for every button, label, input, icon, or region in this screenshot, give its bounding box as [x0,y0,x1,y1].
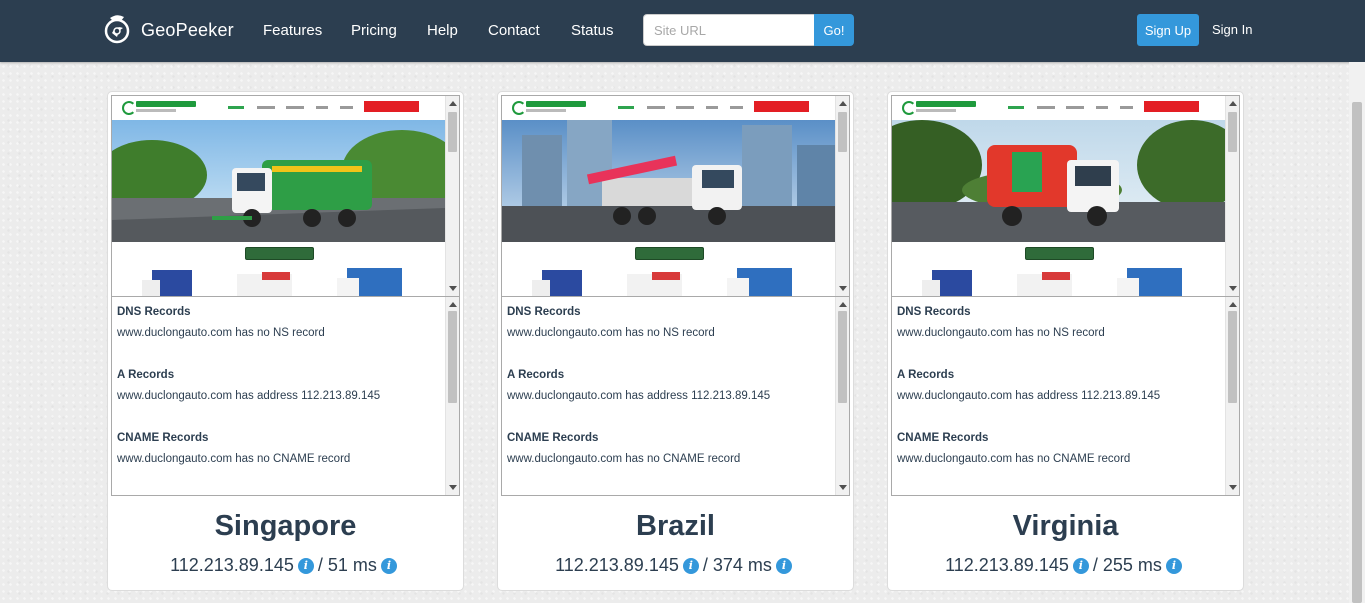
page-scrollbar-thumb[interactable] [1352,102,1362,603]
cname-records-heading: CNAME Records [117,432,209,444]
location-card-virginia: DNS Records www.duclongauto.com has no N… [887,91,1244,591]
dns-records-heading: DNS Records [507,306,581,318]
scroll-up-arrow-icon[interactable] [839,302,847,307]
top-navbar: GeoPeeker Features Pricing Help Contact … [0,0,1365,62]
site-header-preview [502,96,835,120]
page-scrollbar[interactable] [1349,62,1365,603]
dns-records-heading: DNS Records [117,306,191,318]
dns-records-panel[interactable]: DNS Records www.duclongauto.com has no N… [501,296,850,496]
dns-records-panel[interactable]: DNS Records www.duclongauto.com has no N… [111,296,460,496]
latency-value: 374 ms [712,555,772,575]
go-button[interactable]: Go! [814,14,854,46]
scroll-down-arrow-icon[interactable] [839,485,847,490]
site-header-preview [892,96,1225,120]
screenshot-scrollbar[interactable] [1225,96,1239,296]
cname-records-heading: CNAME Records [507,432,599,444]
dns-scrollbar[interactable] [1225,297,1239,495]
brand-name: GeoPeeker [141,19,234,40]
ns-record-text: www.duclongauto.com has no NS record [897,327,1105,339]
product-trucks-preview [922,268,1182,296]
scroll-down-arrow-icon[interactable] [449,286,457,291]
a-record-text: www.duclongauto.com has address 112.213.… [117,390,381,402]
site-hero-image [502,120,835,242]
sign-up-button[interactable]: Sign Up [1137,14,1199,46]
ip-info-icon[interactable]: i [682,557,699,574]
dns-scrollbar-thumb[interactable] [448,311,457,403]
site-screenshot-frame[interactable] [501,95,850,297]
product-trucks-preview [142,268,402,296]
a-record-text: www.duclongauto.com has address 112.213.… [897,390,1161,402]
ip-info-icon[interactable]: i [1072,557,1089,574]
latency-value: 255 ms [1102,555,1162,575]
screenshot-scrollbar[interactable] [835,96,849,296]
site-url-input[interactable] [643,14,814,46]
dns-scrollbar-thumb[interactable] [838,311,847,403]
dns-records-heading: DNS Records [897,306,971,318]
cname-record-text: www.duclongauto.com has no CNAME record [507,453,741,465]
product-trucks-preview [532,268,792,296]
location-card-singapore: DNS Records www.duclongauto.com has no N… [107,91,464,591]
screenshot-scrollbar[interactable] [445,96,459,296]
cname-record-text: www.duclongauto.com has no CNAME record [117,453,351,465]
site-hero-image [892,120,1225,242]
ns-record-text: www.duclongauto.com has no NS record [117,327,325,339]
nav-link-status[interactable]: Status [571,22,614,39]
screenshot-scrollbar-thumb[interactable] [448,112,457,152]
scroll-up-arrow-icon[interactable] [1229,101,1237,106]
dns-scrollbar-thumb[interactable] [1228,311,1237,403]
latency-value: 51 ms [327,555,377,575]
category-chip [1025,247,1094,260]
location-stats: 112.213.89.145 i / 374 ms i [498,555,853,576]
a-records-heading: A Records [117,369,175,381]
site-screenshot-frame[interactable] [891,95,1240,297]
screenshot-scrollbar-thumb[interactable] [838,112,847,152]
ip-address: 112.213.89.145 [170,555,294,575]
a-records-heading: A Records [897,369,955,381]
a-record-text: www.duclongauto.com has address 112.213.… [507,390,771,402]
latency-info-icon[interactable]: i [1165,557,1182,574]
category-chip [635,247,704,260]
scroll-up-arrow-icon[interactable] [839,101,847,106]
cname-record-text: www.duclongauto.com has no CNAME record [897,453,1131,465]
category-chip [245,247,314,260]
separator: / [317,555,323,575]
location-name: Singapore [214,510,357,542]
site-header-preview [112,96,445,120]
brand-logo[interactable]: GeoPeeker [102,10,234,50]
location-name: Brazil [636,510,715,542]
a-records-heading: A Records [507,369,565,381]
latency-info-icon[interactable]: i [775,557,792,574]
sign-in-link[interactable]: Sign In [1212,22,1252,37]
ip-info-icon[interactable]: i [297,557,314,574]
separator: / [702,555,708,575]
scroll-up-arrow-icon[interactable] [449,302,457,307]
cname-records-heading: CNAME Records [897,432,989,444]
dns-records-panel[interactable]: DNS Records www.duclongauto.com has no N… [891,296,1240,496]
scroll-down-arrow-icon[interactable] [1229,286,1237,291]
geopeeker-logo-icon [104,15,130,44]
nav-link-help[interactable]: Help [427,22,458,39]
scroll-up-arrow-icon[interactable] [449,101,457,106]
scroll-down-arrow-icon[interactable] [1229,485,1237,490]
latency-info-icon[interactable]: i [380,557,397,574]
location-card-brazil: DNS Records www.duclongauto.com has no N… [497,91,854,591]
separator: / [1092,555,1098,575]
scroll-down-arrow-icon[interactable] [449,485,457,490]
site-screenshot-frame[interactable] [111,95,460,297]
ip-address: 112.213.89.145 [945,555,1069,575]
location-name: Virginia [1012,510,1119,542]
screenshot-scrollbar-thumb[interactable] [1228,112,1237,152]
location-stats: 112.213.89.145 i / 255 ms i [888,555,1243,576]
scroll-down-arrow-icon[interactable] [839,286,847,291]
nav-link-contact[interactable]: Contact [488,22,540,39]
nav-link-features[interactable]: Features [263,22,322,39]
dns-scrollbar[interactable] [445,297,459,495]
ip-address: 112.213.89.145 [555,555,679,575]
nav-link-pricing[interactable]: Pricing [351,22,397,39]
site-hero-image [112,120,445,242]
dns-scrollbar[interactable] [835,297,849,495]
location-stats: 112.213.89.145 i / 51 ms i [108,555,463,576]
scroll-up-arrow-icon[interactable] [1229,302,1237,307]
ns-record-text: www.duclongauto.com has no NS record [507,327,715,339]
